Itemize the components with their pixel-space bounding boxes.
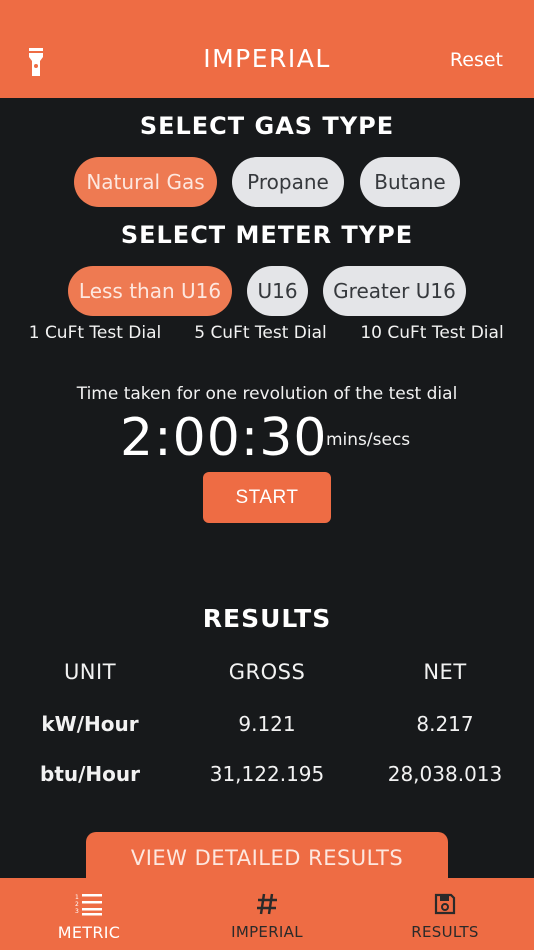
meter-type-title: SELECT METER TYPE: [120, 221, 414, 249]
timer-display[interactable]: 2:00:30: [120, 408, 327, 468]
timer-unit: mins/secs: [326, 430, 411, 450]
svg-text:3: 3: [75, 908, 79, 915]
tab-bar: 1 2 3 METRIC IMPERIAL RESULTS: [0, 878, 534, 950]
results-row-kw-unit: kW/Hour: [41, 712, 139, 736]
tab-results[interactable]: RESULTS: [356, 878, 534, 950]
gas-option-natural-gas[interactable]: Natural Gas: [74, 157, 217, 207]
results-row-kw-net: 8.217: [416, 712, 474, 736]
results-header-unit: UNIT: [63, 660, 117, 684]
tab-metric-label: METRIC: [57, 923, 121, 942]
reset-button[interactable]: Reset: [450, 49, 503, 71]
results-header-net: NET: [423, 660, 467, 684]
meter-option-u16[interactable]: U16: [247, 266, 308, 316]
tab-results-label: RESULTS: [411, 923, 479, 941]
gas-option-butane[interactable]: Butane: [360, 157, 460, 207]
meter-option-less-than-u16[interactable]: Less than U16: [68, 266, 232, 316]
tab-imperial[interactable]: IMPERIAL: [178, 878, 356, 950]
meter-option-greater-u16[interactable]: Greater U16: [323, 266, 466, 316]
results-header-gross: GROSS: [228, 660, 306, 684]
results-row-kw-gross: 9.121: [238, 712, 296, 736]
dial-label-5cuft: 5 CuFt Test Dial: [194, 323, 327, 343]
tab-metric[interactable]: 1 2 3 METRIC: [0, 878, 178, 950]
dial-label-1cuft: 1 CuFt Test Dial: [28, 323, 162, 343]
dial-label-10cuft: 10 CuFt Test Dial: [360, 323, 504, 343]
gas-option-propane[interactable]: Propane: [232, 157, 344, 207]
tab-imperial-label: IMPERIAL: [231, 923, 303, 941]
results-row-btu-gross: 31,122.195: [209, 762, 325, 786]
numbered-list-icon: 1 2 3: [75, 891, 103, 917]
start-button[interactable]: START: [203, 472, 331, 523]
gas-type-title: SELECT GAS TYPE: [139, 112, 395, 140]
results-row-btu-net: 28,038.013: [387, 762, 503, 786]
results-row-btu-unit: btu/Hour: [40, 762, 140, 786]
app-header: IMPERIAL Reset: [0, 0, 534, 98]
hash-icon: [255, 891, 279, 917]
svg-text:1: 1: [75, 894, 79, 901]
save-icon: [433, 891, 457, 917]
results-title: RESULTS: [202, 604, 332, 633]
svg-text:2: 2: [75, 901, 79, 908]
timer-caption: Time taken for one revolution of the tes…: [76, 384, 458, 404]
view-detailed-results-button[interactable]: VIEW DETAILED RESULTS: [86, 832, 448, 884]
